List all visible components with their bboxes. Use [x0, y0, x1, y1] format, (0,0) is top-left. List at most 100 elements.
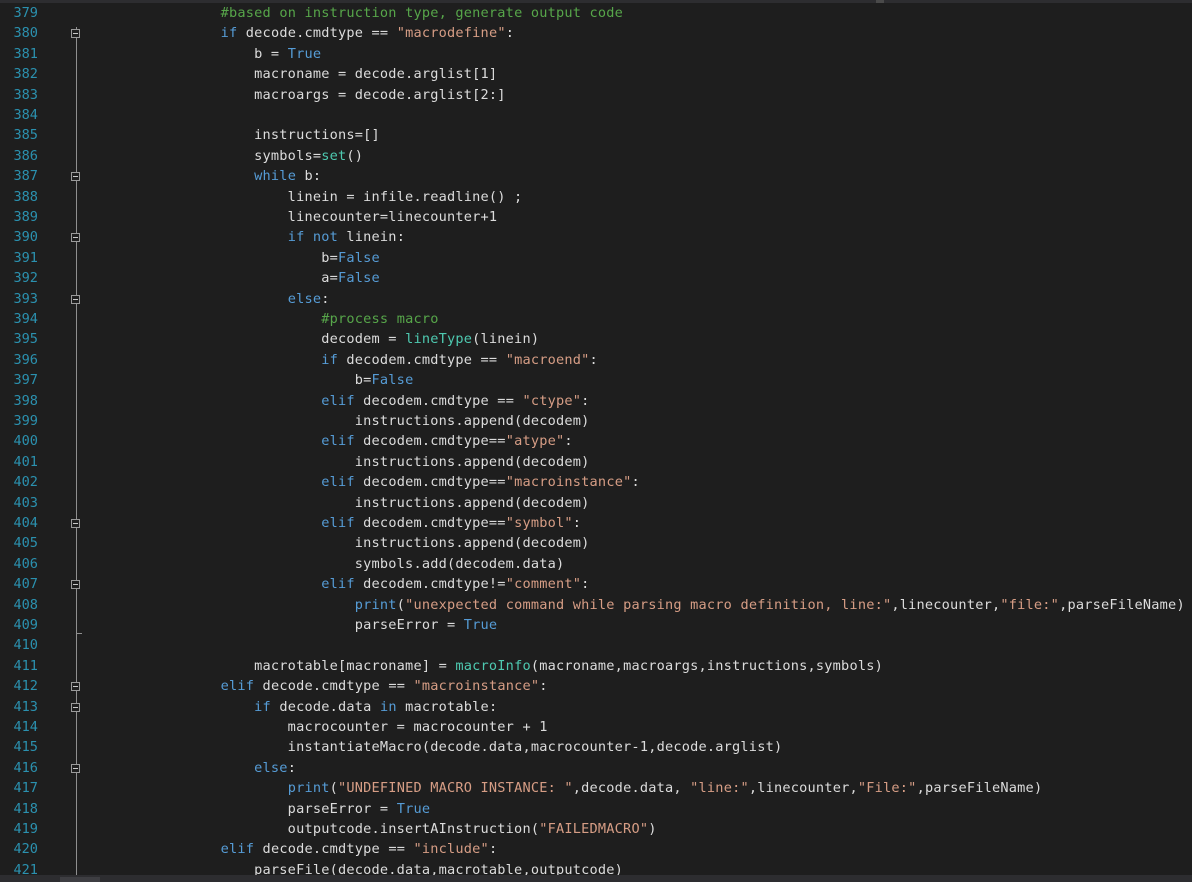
code-line[interactable]: 405 instructions.append(decodem) [0, 533, 1192, 553]
code-line[interactable]: 418 parseError = True [0, 799, 1192, 819]
code-line[interactable]: 399 instructions.append(decodem) [0, 411, 1192, 431]
collapse-toggle-icon[interactable] [71, 294, 80, 304]
code-line[interactable]: 393 else: [0, 289, 1192, 309]
collapse-toggle-icon[interactable] [71, 763, 80, 773]
code-text[interactable]: elif decodem.cmdtype == "ctype": [120, 391, 590, 411]
code-text[interactable]: elif decode.cmdtype == "include": [120, 839, 498, 859]
code-line[interactable]: 386 symbols=set() [0, 146, 1192, 166]
code-text[interactable]: macroargs = decode.arglist[2:] [120, 85, 506, 105]
code-text[interactable]: parseError = True [120, 799, 430, 819]
code-line[interactable]: 388 linein = infile.readline() ; [0, 187, 1192, 207]
keyword-token: True [396, 800, 431, 817]
code-text[interactable]: b = True [120, 44, 321, 64]
code-text[interactable]: linecounter=linecounter+1 [120, 207, 497, 227]
code-line[interactable]: 401 instructions.append(decodem) [0, 452, 1192, 472]
code-editor[interactable]: 379 #based on instruction type, generate… [0, 3, 1192, 878]
code-text[interactable]: elif decodem.cmdtype=="symbol": [120, 513, 581, 533]
line-number: 398 [13, 392, 38, 409]
code-text[interactable]: instructions.append(decodem) [120, 533, 590, 553]
code-text[interactable]: macrocounter = macrocounter + 1 [120, 717, 548, 737]
code-text[interactable]: instructions.append(decodem) [120, 493, 590, 513]
horizontal-scrollbar[interactable] [0, 875, 1192, 882]
code-line[interactable]: 400 elif decodem.cmdtype=="atype": [0, 431, 1192, 451]
code-line[interactable]: 414 macrocounter = macrocounter + 1 [0, 717, 1192, 737]
code-text[interactable]: instructions.append(decodem) [120, 411, 590, 431]
collapse-toggle-icon[interactable] [71, 233, 80, 243]
code-text[interactable]: elif decode.cmdtype == "macroinstance": [120, 676, 548, 696]
code-line[interactable]: 406 symbols.add(decodem.data) [0, 554, 1192, 574]
code-text[interactable]: #process macro [120, 309, 439, 329]
code-line[interactable]: 387 while b: [0, 166, 1192, 186]
code-line[interactable]: 402 elif decodem.cmdtype=="macroinstance… [0, 472, 1192, 492]
code-text[interactable]: symbols.add(decodem.data) [120, 554, 564, 574]
code-line[interactable]: 395 decodem = lineType(linein) [0, 329, 1192, 349]
code-line[interactable]: 417 print("UNDEFINED MACRO INSTANCE: ",d… [0, 778, 1192, 798]
code-text[interactable]: symbols=set() [120, 146, 363, 166]
code-line[interactable]: 419 outputcode.insertAInstruction("FAILE… [0, 819, 1192, 839]
code-text[interactable]: parseError = True [120, 615, 497, 635]
code-line[interactable]: 390 if not linein: [0, 227, 1192, 247]
code-text[interactable]: linein = infile.readline() ; [120, 187, 523, 207]
code-line[interactable]: 397 b=False [0, 370, 1192, 390]
code-line[interactable]: 404 elif decodem.cmdtype=="symbol": [0, 513, 1192, 533]
code-text[interactable]: macrotable[macroname] = macroInfo(macron… [120, 656, 883, 676]
code-line[interactable]: 380 if decode.cmdtype == "macrodefine": [0, 23, 1192, 43]
code-text[interactable]: else: [120, 758, 296, 778]
code-text[interactable]: elif decodem.cmdtype=="atype": [120, 431, 573, 451]
code-text[interactable]: decodem = lineType(linein) [120, 329, 539, 349]
keyword-token: print [354, 596, 397, 613]
code-line[interactable]: 415 instantiateMacro(decode.data,macroco… [0, 737, 1192, 757]
code-line[interactable]: 408 print("unexpected command while pars… [0, 595, 1192, 615]
code-token: ,parseFileName) [1059, 596, 1185, 613]
code-line[interactable]: 398 elif decodem.cmdtype == "ctype": [0, 391, 1192, 411]
collapse-toggle-icon[interactable] [71, 519, 80, 528]
code-line[interactable]: 407 elif decodem.cmdtype!="comment": [0, 574, 1192, 594]
collapse-toggle-icon[interactable] [71, 702, 80, 712]
code-text[interactable]: print("UNDEFINED MACRO INSTANCE: ",decod… [120, 778, 1042, 798]
code-text[interactable]: elif decodem.cmdtype=="macroinstance": [120, 472, 640, 492]
code-line[interactable]: 409 parseError = True [0, 615, 1192, 635]
code-text[interactable]: macroname = decode.arglist[1] [120, 64, 497, 84]
collapse-toggle-icon[interactable] [71, 29, 80, 39]
code-line[interactable]: 416 else: [0, 758, 1192, 778]
code-line[interactable]: 389 linecounter=linecounter+1 [0, 207, 1192, 227]
code-line[interactable]: 420 elif decode.cmdtype == "include": [0, 839, 1192, 859]
code-line[interactable]: 381 b = True [0, 44, 1192, 64]
scrollbar-thumb[interactable] [60, 877, 100, 882]
code-line[interactable]: 411 macrotable[macroname] = macroInfo(ma… [0, 656, 1192, 676]
code-line[interactable]: 410 [0, 635, 1192, 655]
code-text[interactable]: if decodem.cmdtype == "macroend": [120, 350, 598, 370]
code-line[interactable]: 383 macroargs = decode.arglist[2:] [0, 85, 1192, 105]
code-line[interactable]: 394 #process macro [0, 309, 1192, 329]
collapse-toggle-icon[interactable] [71, 172, 80, 182]
code-text[interactable]: if decode.cmdtype == "macrodefine": [120, 23, 514, 43]
code-text[interactable]: instructions.append(decodem) [120, 452, 590, 472]
code-line[interactable]: 392 a=False [0, 268, 1192, 288]
code-line[interactable]: 379 #based on instruction type, generate… [0, 3, 1192, 23]
code-text[interactable]: instructions=[] [120, 125, 380, 145]
code-text[interactable]: if decode.data in macrotable: [120, 697, 497, 717]
code-text[interactable]: instantiateMacro(decode.data,macrocounte… [120, 737, 782, 757]
code-line[interactable]: 384 [0, 105, 1192, 125]
code-line[interactable]: 413 if decode.data in macrotable: [0, 697, 1192, 717]
collapse-toggle-icon[interactable] [71, 682, 80, 692]
code-text[interactable]: print("unexpected command while parsing … [120, 595, 1185, 615]
collapse-toggle-icon[interactable] [71, 580, 80, 590]
code-text[interactable]: else: [120, 289, 330, 309]
code-line[interactable]: 403 instructions.append(decodem) [0, 493, 1192, 513]
code-text[interactable]: elif decodem.cmdtype!="comment": [120, 574, 590, 594]
code-line[interactable]: 391 b=False [0, 248, 1192, 268]
line-number: 418 [13, 800, 38, 817]
code-text[interactable]: if not linein: [120, 227, 405, 247]
code-text[interactable]: a=False [120, 268, 380, 288]
code-text[interactable]: b=False [120, 370, 414, 390]
code-line[interactable]: 412 elif decode.cmdtype == "macroinstanc… [0, 676, 1192, 696]
code-text[interactable]: #based on instruction type, generate out… [120, 3, 623, 23]
code-line[interactable]: 385 instructions=[] [0, 125, 1192, 145]
code-line[interactable]: 382 macroname = decode.arglist[1] [0, 64, 1192, 84]
code-text[interactable]: outputcode.insertAInstruction("FAILEDMAC… [120, 819, 657, 839]
code-text[interactable]: b=False [120, 248, 380, 268]
code-line[interactable]: 396 if decodem.cmdtype == "macroend": [0, 350, 1192, 370]
code-text[interactable]: while b: [120, 166, 321, 186]
